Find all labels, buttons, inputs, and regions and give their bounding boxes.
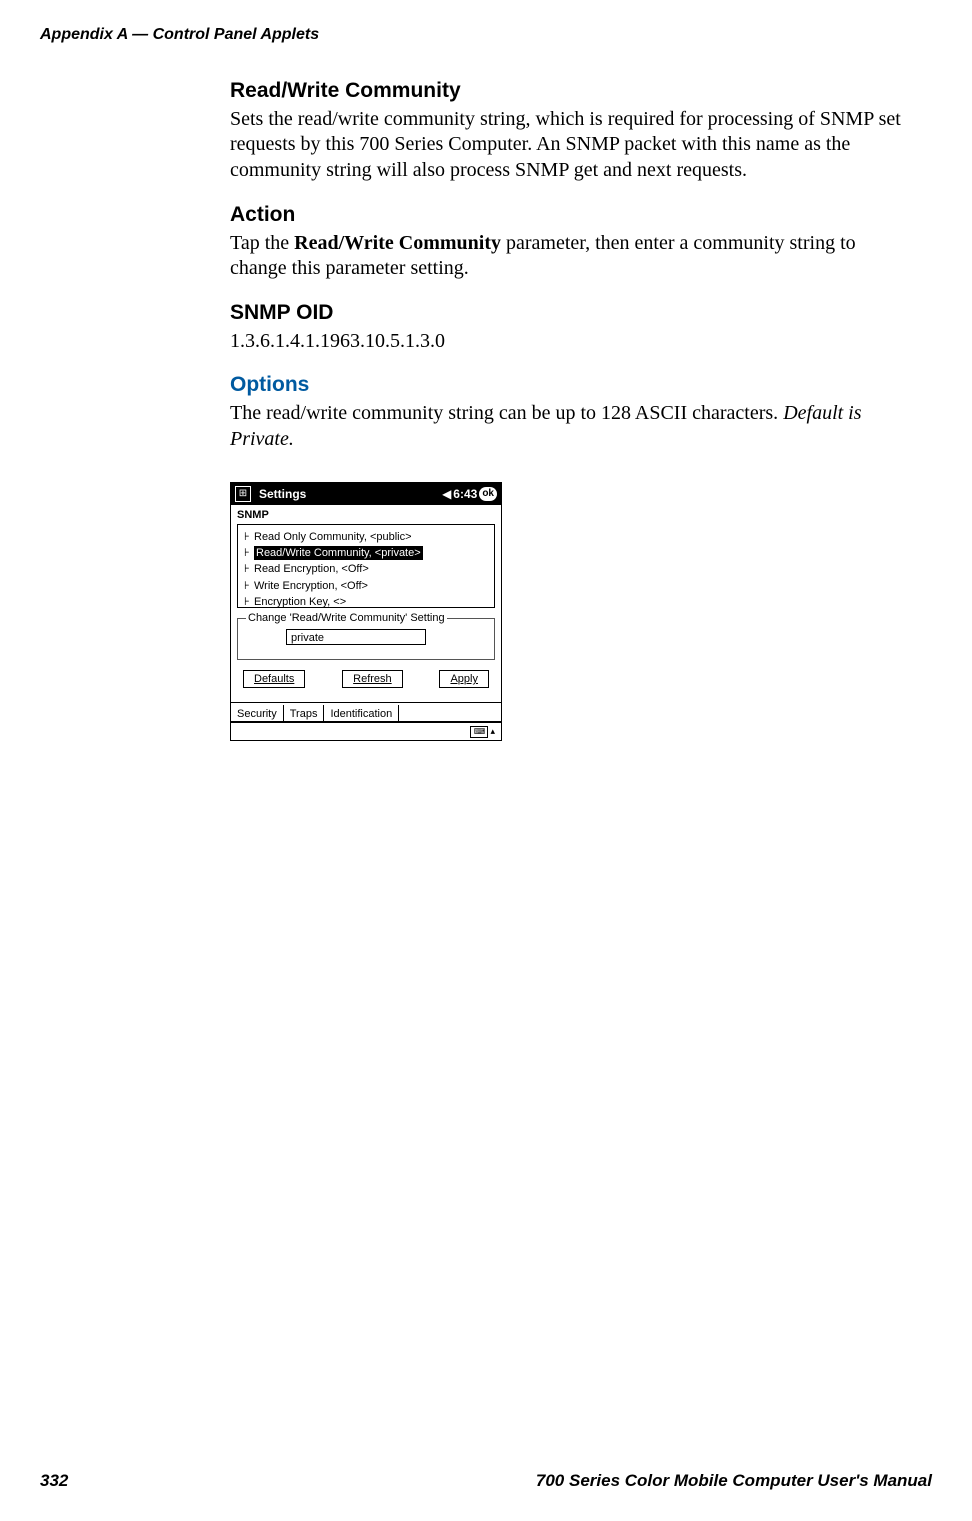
pda-titlebar: ⊞ Settings ◀ 6:43 ok xyxy=(231,483,501,505)
tree-item[interactable]: ⊦Read Encryption, <Off> xyxy=(244,561,488,577)
options-text-pre: The read/write community string can be u… xyxy=(230,402,783,424)
heading-action: Action xyxy=(230,202,912,229)
action-bold-param: Read/Write Community xyxy=(294,232,501,254)
keyboard-icon[interactable]: ⌨ xyxy=(470,726,488,738)
page-number: 332 xyxy=(40,1471,68,1491)
pda-screenshot: ⊞ Settings ◀ 6:43 ok SNMP ⊦Read Only Com… xyxy=(230,482,502,741)
fieldset-legend: Change 'Read/Write Community' Setting xyxy=(246,611,447,625)
action-text-pre: Tap the xyxy=(230,232,294,254)
tab-identification[interactable]: Identification xyxy=(324,705,399,722)
tree-item[interactable]: ⊦Write Encryption, <Off> xyxy=(244,578,488,594)
apply-button[interactable]: Apply xyxy=(439,670,489,688)
footer-right: 700 Series Color Mobile Computer User's … xyxy=(536,1471,932,1491)
paragraph-options: The read/write community string can be u… xyxy=(230,401,912,452)
paragraph-action: Tap the Read/Write Community parameter, … xyxy=(230,231,912,282)
ok-button[interactable]: ok xyxy=(479,487,497,501)
oid-value: 1.3.6.1.4.1.1963.10.5.1.3.0 xyxy=(230,329,912,355)
tree-view[interactable]: ⊦Read Only Community, <public> ⊦Read/Wri… xyxy=(237,524,495,608)
tab-security[interactable]: Security xyxy=(231,705,284,722)
tab-traps[interactable]: Traps xyxy=(284,705,325,722)
running-header: Appendix A — Control Panel Applets xyxy=(40,26,319,43)
pda-title: Settings xyxy=(255,487,438,502)
panel-title: SNMP xyxy=(231,506,501,524)
heading-snmp-oid: SNMP OID xyxy=(230,300,912,327)
tree-item[interactable]: ⊦Encryption Key, <> xyxy=(244,594,488,609)
heading-rw-community: Read/Write Community xyxy=(230,78,912,105)
paragraph-rw-description: Sets the read/write community string, wh… xyxy=(230,107,912,184)
refresh-button[interactable]: Refresh xyxy=(342,670,403,688)
button-row: Defaults Refresh Apply xyxy=(231,664,501,694)
start-icon[interactable]: ⊞ xyxy=(235,486,251,502)
sip-up-icon[interactable]: ▴ xyxy=(490,726,495,738)
pda-titlebar-right: ◀ 6:43 ok xyxy=(442,487,497,502)
change-setting-fieldset: Change 'Read/Write Community' Setting pr… xyxy=(237,618,495,660)
tree-item-selected[interactable]: ⊦Read/Write Community, <private> xyxy=(244,545,488,561)
sip-bar: ⌨ ▴ xyxy=(231,722,501,740)
volume-icon[interactable]: ◀ xyxy=(442,487,451,502)
tab-row: Security Traps Identification xyxy=(231,702,501,722)
community-input[interactable]: private xyxy=(286,629,426,645)
defaults-button[interactable]: Defaults xyxy=(243,670,305,688)
tree-item[interactable]: ⊦Read Only Community, <public> xyxy=(244,529,488,545)
clock-time[interactable]: 6:43 xyxy=(453,487,477,502)
heading-options: Options xyxy=(230,372,912,399)
